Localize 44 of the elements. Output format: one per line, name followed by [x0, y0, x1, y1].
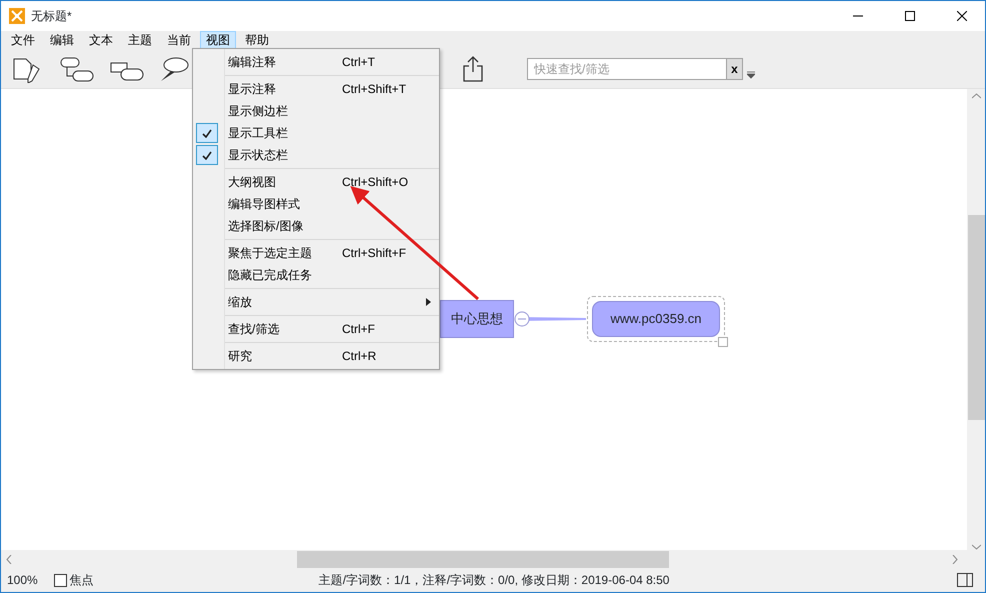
menu-option[interactable]: 选择图标/图像	[193, 215, 439, 237]
menu-item[interactable]: 当前	[161, 31, 197, 49]
scroll-up-icon[interactable]	[972, 93, 980, 99]
clear-search-button[interactable]: x	[727, 58, 743, 80]
menu-option[interactable]: 研究 Ctrl+R	[193, 345, 439, 367]
scroll-down-icon[interactable]	[972, 544, 980, 550]
window-title: 无标题*	[31, 8, 73, 25]
menu-option[interactable]: 显示侧边栏	[193, 100, 439, 122]
menu-item[interactable]: 编辑	[44, 31, 80, 49]
menu-option[interactable]: 聚焦于选定主题 Ctrl+Shift+F	[193, 242, 439, 264]
menu-option[interactable]: 显示状态栏	[193, 144, 439, 166]
resize-handle[interactable]	[718, 337, 728, 347]
menu-option[interactable]: 缩放	[193, 291, 439, 313]
dropdown-icon[interactable]	[747, 70, 755, 78]
scroll-left-icon[interactable]	[6, 554, 12, 564]
menu-item[interactable]: 主题	[122, 31, 158, 49]
menu-option[interactable]: 查找/筛选 Ctrl+F	[193, 318, 439, 340]
share-icon[interactable]	[461, 54, 485, 82]
menu-option[interactable]: 隐藏已完成任务	[193, 264, 439, 286]
menu-option[interactable]: 编辑导图样式	[193, 193, 439, 215]
maximize-icon[interactable]	[905, 11, 915, 21]
menu-item[interactable]: 文本	[83, 31, 119, 49]
menu-option[interactable]: 大纲视图 Ctrl+Shift+O	[193, 171, 439, 193]
check-icon	[202, 150, 212, 160]
menu-option[interactable]: 显示注释 Ctrl+Shift+T	[193, 78, 439, 100]
central-topic-node[interactable]: 中心思想	[440, 300, 514, 338]
app-icon	[9, 8, 25, 24]
menu-item[interactable]: 视图	[200, 31, 236, 49]
topic-shapes-icon[interactable]	[59, 54, 95, 82]
zoom-level: 100%	[7, 572, 38, 589]
focus-checkbox[interactable]: 焦点	[54, 571, 94, 589]
scroll-right-icon[interactable]	[952, 554, 958, 564]
scroll-thumb[interactable]	[297, 550, 669, 568]
status-info: 主题/字词数：1/1，注释/字词数：0/0, 修改日期：2019-06-04 8:50	[318, 572, 670, 589]
check-icon	[202, 128, 212, 138]
search-field[interactable]: 快速查找/筛选	[527, 58, 727, 80]
close-icon[interactable]	[957, 11, 967, 21]
menu-item[interactable]: 文件	[5, 31, 41, 49]
topic-node[interactable]: www.pc0359.cn	[592, 301, 720, 337]
panel-icon[interactable]	[957, 573, 973, 587]
menu-option[interactable]: 显示工具栏	[193, 122, 439, 144]
menu-option[interactable]: 编辑注释 Ctrl+T	[193, 51, 439, 73]
scroll-thumb[interactable]	[968, 215, 984, 420]
menu-item[interactable]: 帮助	[239, 31, 275, 49]
